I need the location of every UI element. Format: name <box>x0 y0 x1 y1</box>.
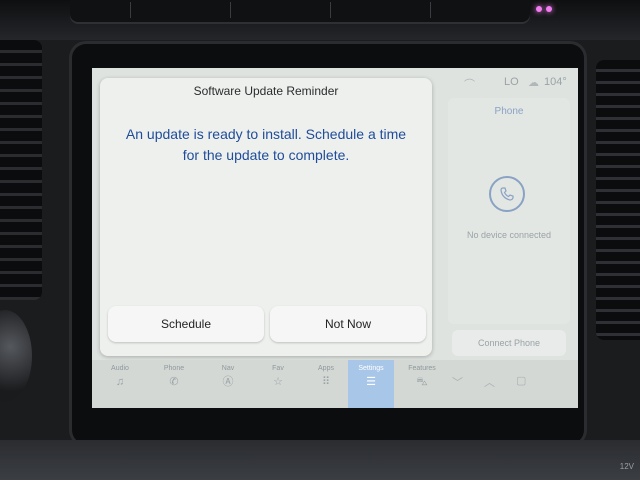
dash-bottom-panel <box>0 440 640 480</box>
nav-item-settings[interactable]: Settings ☰ <box>348 360 394 408</box>
software-update-dialog: Software Update Reminder An update is re… <box>100 78 432 356</box>
left-air-vent <box>0 40 42 300</box>
nav-label: Settings <box>358 365 384 372</box>
button-divider <box>430 2 431 18</box>
nav-item-fav[interactable]: Fav ☆ <box>252 360 304 408</box>
nav-item-nav[interactable]: Nav Ⓐ <box>202 360 254 408</box>
music-note-icon: ♫ <box>115 376 125 388</box>
nav-label: Fav <box>272 365 284 372</box>
button-divider <box>130 2 131 18</box>
schedule-button[interactable]: Schedule <box>108 306 264 342</box>
nav-label: Nav <box>221 365 235 372</box>
car-icon: ⛍ <box>416 376 428 388</box>
indicator-led <box>536 6 542 12</box>
phone-icon <box>489 176 525 212</box>
nav-item-apps[interactable]: Apps ⠿ <box>300 360 352 408</box>
seat-icon: ⌒ <box>464 79 475 91</box>
nav-label: Audio <box>111 365 129 372</box>
settings-sliders-icon: ☰ <box>366 376 376 388</box>
nav-item-phone[interactable]: Phone ✆ <box>148 360 200 408</box>
phone-panel-title: Phone <box>494 106 524 117</box>
button-divider <box>330 2 331 18</box>
nav-label: Features <box>408 365 436 372</box>
nav-item-features[interactable]: Features ⛍ <box>396 360 448 408</box>
bottom-nav-bar: Audio ♫ Phone ✆ Nav Ⓐ Fav ☆ Apps ⠿ Setti… <box>92 360 578 408</box>
volume-knob[interactable] <box>0 310 32 402</box>
indicator-led <box>546 6 552 12</box>
temperature-icon: ☁ <box>528 77 539 89</box>
infotainment-screen: ⌒ LO ☁ 104° Phone No device connected Co… <box>92 68 578 408</box>
nav-label: Phone <box>163 365 185 372</box>
not-now-button[interactable]: Not Now <box>270 306 426 342</box>
power-outlet-label: 12V <box>619 462 634 471</box>
phone-icon: ✆ <box>169 376 179 388</box>
compass-icon: Ⓐ <box>222 376 234 388</box>
chevron-down-icon[interactable]: ﹀ <box>452 374 463 390</box>
dialog-button-row: Schedule Not Now <box>108 306 426 346</box>
nav-label: Apps <box>318 365 334 372</box>
right-air-vent <box>596 60 640 340</box>
apps-grid-icon: ⠿ <box>321 376 331 388</box>
climate-level: LO <box>504 76 519 88</box>
outside-temperature: 104° <box>544 76 567 88</box>
nav-item-audio[interactable]: Audio ♫ <box>94 360 146 408</box>
chevron-up-icon[interactable]: ︿ <box>484 374 495 390</box>
dialog-title: Software Update Reminder <box>193 84 339 98</box>
hardware-button-strip <box>70 0 552 22</box>
dialog-message: An update is ready to install. Schedule … <box>125 126 407 163</box>
connect-phone-button[interactable]: Connect Phone <box>452 330 566 356</box>
split-view-icon[interactable]: ▢ <box>516 374 526 387</box>
phone-panel: Phone No device connected <box>448 98 570 324</box>
star-icon: ☆ <box>273 376 283 388</box>
button-divider <box>230 2 231 18</box>
device-status: No device connected <box>466 230 552 240</box>
